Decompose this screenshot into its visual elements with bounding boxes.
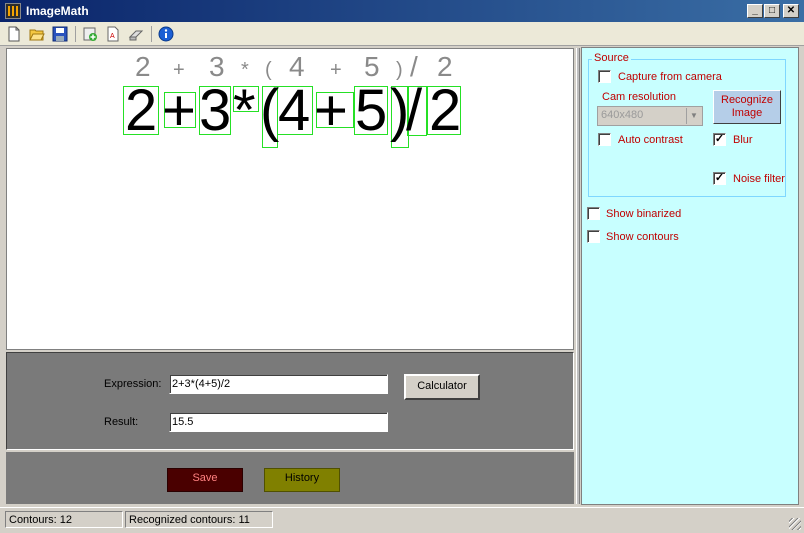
settings-panel: Source Capture from camera Cam resolutio… <box>581 47 799 505</box>
save-button[interactable]: Save <box>167 468 243 492</box>
status-bar: Contours: 12 Recognized contours: 11 <box>0 507 804 533</box>
handwritten-char: 2 <box>125 78 158 143</box>
expression-field[interactable]: 2+3*(4+5)/2 <box>169 374 388 394</box>
resize-grip-icon[interactable] <box>789 518 801 530</box>
handwritten-char: * <box>233 78 256 143</box>
toolbar-separator <box>75 26 76 42</box>
contours-status: Contours: 12 <box>5 511 123 528</box>
show-binarized-label: Show binarized <box>606 208 682 220</box>
result-label: Result: <box>104 416 139 428</box>
handwritten-char: / <box>406 78 423 143</box>
capture-from-camera-checkbox[interactable] <box>598 70 611 83</box>
add-image-icon[interactable] <box>81 25 99 43</box>
action-panel: Save History <box>6 452 574 504</box>
toolbar: A <box>0 22 804 46</box>
handwritten-char: + <box>162 78 196 143</box>
source-legend: Source <box>592 52 631 64</box>
handwritten-char: + <box>314 78 348 143</box>
eraser-icon[interactable] <box>127 25 145 43</box>
cam-resolution-select[interactable]: 640x480 ▼ <box>597 106 703 126</box>
save-disk-icon[interactable] <box>51 25 69 43</box>
blur-checkbox[interactable]: ✓ <box>713 133 726 146</box>
expression-label: Expression: <box>104 378 162 390</box>
app-icon <box>5 3 21 19</box>
toolbar-separator <box>151 26 152 42</box>
cam-resolution-label: Cam resolution <box>602 91 676 103</box>
show-binarized-checkbox[interactable] <box>587 207 600 220</box>
maximize-button[interactable]: □ <box>764 4 780 18</box>
noise-filter-checkbox[interactable]: ✓ <box>713 172 726 185</box>
noise-filter-label: Noise filter <box>733 173 785 185</box>
handwritten-char: ( <box>260 78 280 143</box>
show-contours-checkbox[interactable] <box>587 230 600 243</box>
expression-panel: Expression: 2+3*(4+5)/2 Calculator Resul… <box>6 352 574 450</box>
title-bar: ImageMath _ □ ✕ <box>0 0 804 22</box>
svg-text:A: A <box>110 33 115 40</box>
handwritten-char: 3 <box>199 78 232 143</box>
window-title: ImageMath <box>26 4 89 18</box>
open-folder-icon[interactable] <box>28 25 46 43</box>
recognize-label-line2: Image <box>731 107 763 119</box>
handwritten-char: 2 <box>429 78 462 143</box>
result-field[interactable]: 15.5 <box>169 412 388 432</box>
chevron-down-icon[interactable]: ▼ <box>686 108 701 124</box>
capture-from-camera-label: Capture from camera <box>618 71 722 83</box>
history-button[interactable]: History <box>264 468 340 492</box>
new-document-icon[interactable] <box>5 25 23 43</box>
panel-splitter[interactable] <box>576 48 580 504</box>
auto-contrast-label: Auto contrast <box>618 134 683 146</box>
recognize-image-button[interactable]: Recognize Image <box>713 90 781 124</box>
auto-contrast-checkbox[interactable] <box>598 133 611 146</box>
minimize-button[interactable]: _ <box>747 4 763 18</box>
handwritten-char: 4 <box>278 78 311 143</box>
recognized-contours-status: Recognized contours: 11 <box>125 511 273 528</box>
handwritten-char: 5 <box>355 78 388 143</box>
blur-label: Blur <box>733 134 753 146</box>
close-button[interactable]: ✕ <box>783 4 799 18</box>
drawing-canvas[interactable]: 2 + 3 * ( 4 + 5 ) / 2 2 + 3 * ( 4 + 5 ) … <box>6 48 574 350</box>
recognize-label-line1: Recognize <box>721 94 773 106</box>
text-document-icon[interactable]: A <box>104 25 122 43</box>
calculator-button[interactable]: Calculator <box>404 374 480 400</box>
show-contours-label: Show contours <box>606 231 679 243</box>
cam-resolution-value: 640x480 <box>601 109 644 121</box>
info-icon[interactable] <box>157 25 175 43</box>
